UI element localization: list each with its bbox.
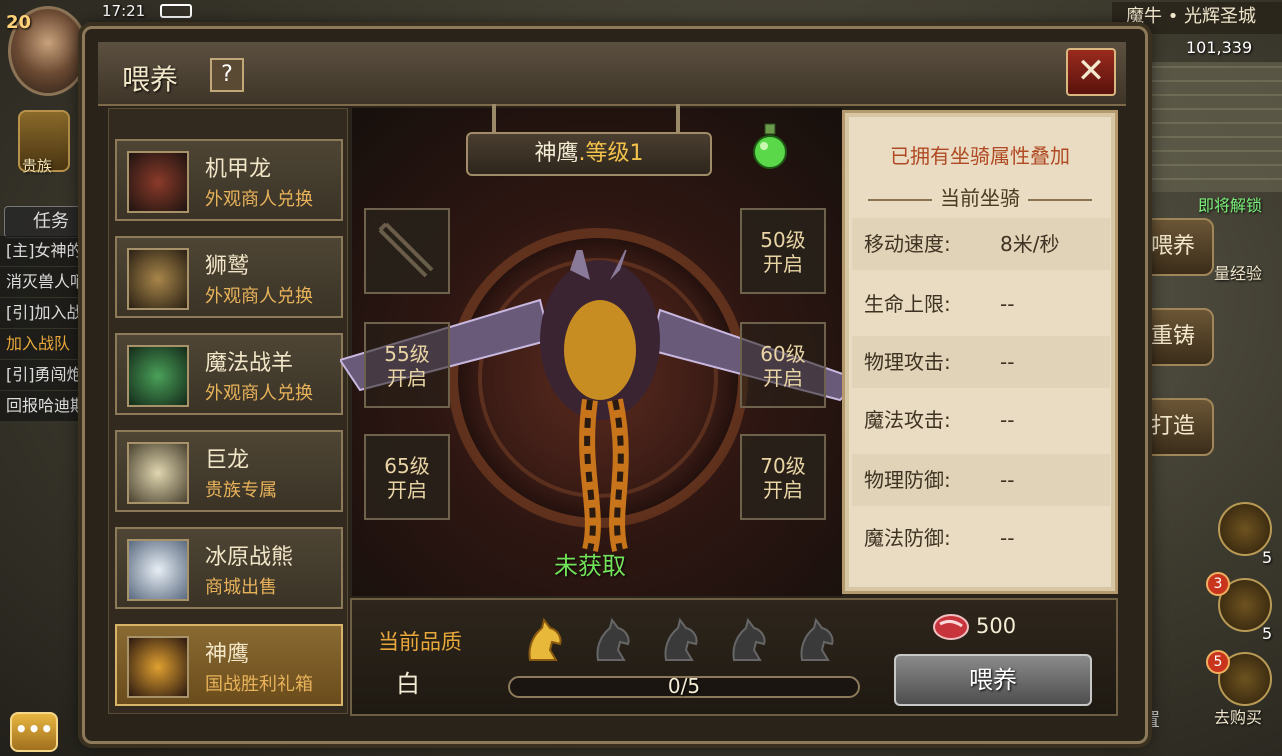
stat-row-magic-atk: 魔法攻击: -- bbox=[852, 394, 1110, 446]
slot-65-locked[interactable]: 65级 开启 bbox=[364, 434, 450, 520]
mount-level: .等级1 bbox=[578, 141, 644, 166]
feed-progress-text: 0/5 bbox=[667, 674, 701, 698]
minimap[interactable] bbox=[1130, 62, 1282, 192]
horse-icon bbox=[732, 618, 766, 661]
mount-item-mecha-dragon[interactable]: 机甲龙 外观商人兑换 bbox=[115, 139, 343, 221]
help-icon[interactable]: ? bbox=[210, 58, 244, 92]
mount-source: 外观商人兑换 bbox=[205, 286, 313, 307]
stat-label: 魔法攻击: bbox=[864, 408, 951, 432]
slot-50-locked[interactable]: 50级 开启 bbox=[740, 208, 826, 294]
status-not-obtained: 未获取 bbox=[554, 552, 626, 580]
coin-count: 101,339 bbox=[1186, 38, 1253, 57]
mount-item-ice-bear[interactable]: 冰原战熊 商城出售 bbox=[115, 527, 343, 609]
panel-title: 喂养 bbox=[122, 63, 179, 96]
stat-row-move-speed: 移动速度: 8米/秒 bbox=[852, 218, 1110, 270]
stats-heading: 已拥有坐骑属性叠加 bbox=[890, 144, 1070, 168]
player-level: 20 bbox=[6, 12, 32, 33]
meat-icon bbox=[933, 614, 969, 640]
chain-decoration bbox=[676, 104, 680, 134]
chain-decoration bbox=[492, 104, 496, 134]
mount-source: 外观商人兑换 bbox=[205, 189, 313, 210]
clock: 17:21 bbox=[102, 2, 146, 20]
mount-thumbnail bbox=[127, 636, 189, 698]
stat-value: -- bbox=[1000, 468, 1015, 492]
horse-icon bbox=[528, 618, 562, 661]
mount-name: 冰原战熊 bbox=[205, 545, 294, 570]
exp-label: 量经验 bbox=[1214, 264, 1263, 283]
unlock-soon-label: 即将解锁 bbox=[1198, 196, 1263, 215]
feed-button[interactable]: 喂养 bbox=[894, 654, 1092, 706]
mount-thumbnail bbox=[127, 539, 189, 601]
mount-thumbnail bbox=[127, 248, 189, 310]
mount-name: 机甲龙 bbox=[205, 157, 272, 182]
mount-item-magic-ram[interactable]: 魔法战羊 外观商人兑换 bbox=[115, 333, 343, 415]
divine-eagle-model bbox=[340, 250, 860, 552]
round-count: 5 bbox=[1262, 624, 1273, 643]
menu-button[interactable]: ••• bbox=[10, 712, 58, 752]
crossbow-icon bbox=[378, 222, 434, 278]
mount-thumbnail bbox=[127, 151, 189, 213]
stat-row-phys-def: 物理防御: -- bbox=[852, 454, 1110, 506]
stat-row-phys-atk: 物理攻击: -- bbox=[852, 336, 1110, 388]
horse-icon bbox=[664, 618, 698, 661]
mount-list[interactable]: 机甲龙 外观商人兑换 狮鹫 外观商人兑换 魔法战羊 外观商人兑换 巨龙 贵族专属… bbox=[108, 108, 348, 714]
slot-55-locked[interactable]: 55级 开启 bbox=[364, 322, 450, 408]
stat-value: -- bbox=[1000, 526, 1015, 550]
notification-badge: 3 bbox=[1206, 572, 1230, 596]
quality-value: 白 bbox=[396, 670, 420, 698]
mount-item-giant-dragon[interactable]: 巨龙 贵族专属 bbox=[115, 430, 343, 512]
mount-name: 神鹰 bbox=[205, 642, 250, 667]
mount-source: 国战胜利礼箱 bbox=[205, 674, 313, 695]
slot-70-locked[interactable]: 70级 开启 bbox=[740, 434, 826, 520]
potion-icon[interactable] bbox=[750, 122, 790, 170]
equip-slot[interactable] bbox=[364, 208, 450, 294]
close-icon[interactable]: ✕ bbox=[1066, 48, 1116, 96]
mount-thumbnail bbox=[127, 345, 189, 407]
stat-value: 8米/秒 bbox=[1000, 232, 1060, 256]
buy-label[interactable]: 去购买 bbox=[1214, 704, 1262, 728]
stat-row-max-hp: 生命上限: -- bbox=[852, 278, 1110, 330]
mount-name-plate: 神鹰.等级1 bbox=[466, 132, 712, 176]
horse-icon bbox=[800, 618, 834, 661]
stat-value: -- bbox=[1000, 350, 1015, 374]
stat-row-magic-def: 魔法防御: -- bbox=[852, 512, 1110, 564]
mount-item-divine-eagle[interactable]: 神鹰 国战胜利礼箱 bbox=[115, 624, 343, 706]
stat-label: 魔法防御: bbox=[864, 526, 951, 550]
mount-thumbnail bbox=[127, 442, 189, 504]
stat-label: 物理攻击: bbox=[864, 350, 951, 374]
quality-label: 当前品质 bbox=[378, 630, 462, 654]
mount-source: 贵族专属 bbox=[205, 480, 277, 501]
round-count: 5 bbox=[1262, 548, 1273, 567]
stat-value: -- bbox=[1000, 292, 1015, 316]
mount-name: 魔法战羊 bbox=[205, 351, 294, 376]
battery-icon bbox=[160, 4, 192, 18]
stat-label: 生命上限: bbox=[864, 292, 951, 316]
feed-cost: 500 bbox=[976, 614, 1017, 638]
mount-item-griffin[interactable]: 狮鹫 外观商人兑换 bbox=[115, 236, 343, 318]
stats-subheading-text: 当前坐骑 bbox=[940, 186, 1020, 210]
mount-source: 商城出售 bbox=[205, 577, 277, 598]
horse-icon bbox=[596, 618, 630, 661]
slot-60-locked[interactable]: 60级 开启 bbox=[740, 322, 826, 408]
noble-label: 贵族 bbox=[22, 157, 53, 175]
mount-title: 神鹰 bbox=[534, 141, 579, 166]
stats-subheading: 当前坐骑 bbox=[842, 182, 1118, 211]
mount-source: 外观商人兑换 bbox=[205, 383, 313, 404]
stat-value: -- bbox=[1000, 408, 1015, 432]
panel-header bbox=[98, 42, 1126, 106]
mount-name: 巨龙 bbox=[205, 448, 250, 473]
notification-badge: 5 bbox=[1206, 650, 1230, 674]
mount-name: 狮鹫 bbox=[205, 254, 250, 279]
stat-label: 移动速度: bbox=[864, 232, 951, 256]
stat-label: 物理防御: bbox=[864, 468, 951, 492]
